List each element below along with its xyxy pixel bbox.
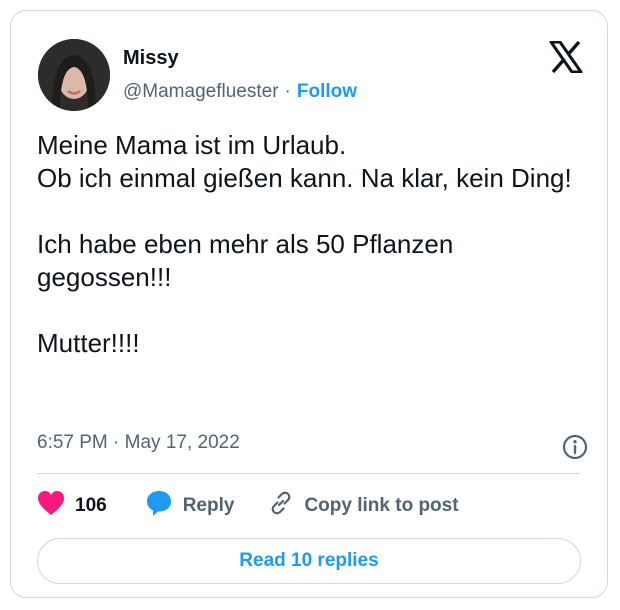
tweet-line: Ob ich einmal gießen kann. Na klar, kein… xyxy=(37,163,572,193)
x-logo-icon[interactable] xyxy=(549,40,583,74)
tweet-timestamp[interactable]: 6:57 PM · May 17, 2022 xyxy=(37,432,240,454)
follow-button[interactable]: Follow xyxy=(297,81,357,103)
link-icon xyxy=(268,490,294,522)
like-button[interactable]: 106 xyxy=(37,490,107,522)
handle-separator: · xyxy=(284,81,291,102)
copy-link-label: Copy link to post xyxy=(304,495,459,516)
tweet-card: Missy @Mamagefluester · Follow Meine Mam… xyxy=(10,10,608,598)
heart-icon xyxy=(37,490,65,522)
copy-link-button[interactable]: Copy link to post xyxy=(268,490,459,522)
tweet-line-break xyxy=(37,294,587,327)
divider xyxy=(37,473,581,474)
tweet-line: Meine Mama ist im Urlaub. xyxy=(37,130,347,160)
author-name[interactable]: Missy xyxy=(123,47,179,70)
info-icon[interactable] xyxy=(561,433,589,461)
tweet-text: Meine Mama ist im Urlaub. Ob ich einmal … xyxy=(37,129,587,360)
avatar[interactable] xyxy=(38,39,110,111)
author-handle-row: @Mamagefluester · Follow xyxy=(123,81,357,103)
tweet-line: Ich habe eben mehr als 50 Pflanzen gegos… xyxy=(37,229,454,292)
tweet-line: Mutter!!!! xyxy=(37,328,140,358)
reply-bubble-icon xyxy=(145,489,173,523)
reply-label: Reply xyxy=(182,495,235,516)
read-replies-button[interactable]: Read 10 replies xyxy=(37,538,581,584)
action-bar: 106 Reply Copy link to post xyxy=(37,491,459,521)
author-handle[interactable]: @Mamagefluester xyxy=(123,81,279,103)
reply-button[interactable]: Reply xyxy=(145,489,235,523)
like-count: 106 xyxy=(75,495,107,516)
tweet-line-break xyxy=(37,195,587,228)
